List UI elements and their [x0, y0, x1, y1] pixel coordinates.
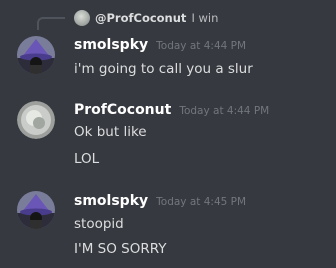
- message-text: stoopid: [74, 216, 124, 232]
- message-text: LOL: [74, 151, 100, 167]
- reply-preview-text[interactable]: I win: [191, 11, 218, 25]
- coin-avatar-icon: [74, 10, 90, 26]
- message-text: Ok but like: [74, 124, 147, 140]
- reply-connector-line: [37, 17, 65, 30]
- message-text: i'm going to call you a slur: [74, 61, 253, 77]
- message-text: I'M SO SORRY: [74, 241, 167, 257]
- username[interactable]: ProfCoconut: [74, 102, 171, 118]
- username[interactable]: smolspky: [74, 193, 148, 209]
- wizard-avatar-icon[interactable]: [17, 36, 55, 74]
- timestamp: Today at 4:44 PM: [156, 40, 247, 52]
- timestamp: Today at 4:45 PM: [156, 196, 247, 208]
- username[interactable]: smolspky: [74, 37, 148, 53]
- reply-reference[interactable]: @ProfCoconut I win: [74, 9, 218, 27]
- wizard-avatar-icon[interactable]: [17, 191, 55, 229]
- timestamp: Today at 4:44 PM: [179, 105, 270, 117]
- coin-avatar-icon[interactable]: [17, 101, 55, 139]
- reply-mention[interactable]: @ProfCoconut: [95, 11, 186, 25]
